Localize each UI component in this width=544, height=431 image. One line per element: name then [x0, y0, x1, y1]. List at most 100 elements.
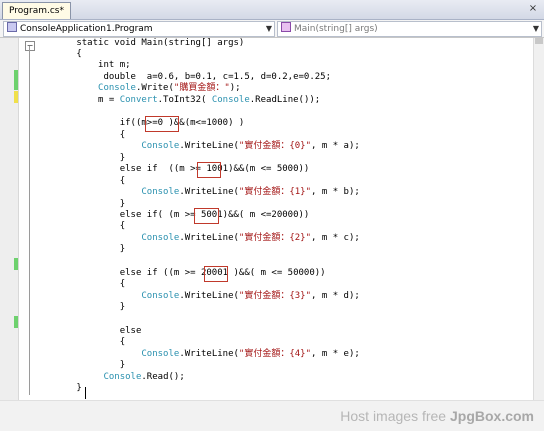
- code-token: {: [33, 221, 126, 231]
- code-token: Console: [211, 95, 250, 105]
- code-line[interactable]: Console.Write("購買金額：");: [33, 83, 241, 94]
- code-token: {: [33, 49, 82, 59]
- code-token: .WriteLine(: [179, 291, 239, 301]
- code-line[interactable]: {: [33, 221, 125, 232]
- code-line[interactable]: {: [33, 279, 125, 290]
- code-token: else: [33, 326, 142, 336]
- code-line[interactable]: int m;: [33, 60, 131, 71]
- code-line[interactable]: }: [33, 383, 82, 394]
- code-line[interactable]: }: [33, 244, 125, 255]
- watermark-brand: JpgBox.com: [449, 408, 534, 424]
- split-handle[interactable]: [535, 38, 543, 44]
- code-token: Console: [141, 349, 180, 359]
- code-token: Console: [141, 291, 180, 301]
- code-line[interactable]: Console.WriteLine("實付金額：{3}", m * d);: [33, 291, 360, 302]
- code-token: .ReadLine());: [249, 95, 321, 105]
- text-caret: [85, 387, 86, 399]
- code-line[interactable]: {: [33, 49, 82, 60]
- code-line[interactable]: Console.Read();: [33, 372, 185, 383]
- vertical-scrollbar[interactable]: [533, 38, 544, 400]
- code-token: int m;: [33, 60, 131, 70]
- code-line[interactable]: {: [33, 130, 125, 141]
- member-selector-value: Main(string[] args): [294, 24, 378, 34]
- code-token: }: [33, 383, 82, 393]
- chevron-down-icon: ▼: [265, 24, 272, 33]
- navigation-bar: ConsoleApplication1.Program ▼ Main(strin…: [0, 20, 544, 38]
- watermark-text: Host images free JpgBox.com: [340, 408, 534, 424]
- code-line[interactable]: else: [33, 326, 142, 337]
- code-token: if((m>=0 )&&(m<=1000) ): [33, 118, 245, 128]
- code-token: , m * d);: [311, 291, 360, 301]
- code-line[interactable]: double a=0.6, b=0.1, c=1.5, d=0.2,e=0.25…: [33, 72, 331, 83]
- code-token: Convert: [119, 95, 158, 105]
- tab-program-cs[interactable]: Program.cs*: [2, 2, 71, 19]
- code-line[interactable]: }: [33, 302, 125, 313]
- class-selector-dropdown[interactable]: ConsoleApplication1.Program ▼: [3, 21, 275, 37]
- code-line[interactable]: Console.WriteLine("實付金額：{0}", m * a);: [33, 141, 360, 152]
- code-token: }: [33, 199, 126, 209]
- code-token: {: [33, 279, 126, 289]
- code-token: else if ((m >= 1001)&&(m <= 5000)): [33, 164, 310, 174]
- code-token: "實付金額：{0}": [238, 141, 312, 151]
- method-icon: [281, 22, 291, 32]
- code-token: .Read();: [141, 372, 185, 382]
- code-line[interactable]: {: [33, 176, 125, 187]
- code-token: else if ((m >= 20001 )&&( m <= 50000)): [33, 268, 326, 278]
- code-token: {: [33, 337, 126, 347]
- code-token: Console: [103, 372, 142, 382]
- code-line[interactable]: Console.WriteLine("實付金額：{4}", m * e);: [33, 349, 359, 360]
- code-token: , m * c);: [311, 233, 360, 243]
- code-token: else if( (m >= 5001)&&( m <=20000)): [33, 210, 310, 220]
- code-token: }: [33, 244, 126, 254]
- code-line[interactable]: if((m>=0 )&&(m<=1000) ): [33, 118, 245, 129]
- code-token: "實付金額：{4}": [238, 349, 312, 359]
- code-token: "實付金額：{1}": [238, 187, 312, 197]
- change-indicator-saved: [14, 258, 18, 270]
- code-line[interactable]: }: [33, 153, 125, 164]
- code-token: }: [33, 302, 126, 312]
- code-line[interactable]: }: [33, 199, 125, 210]
- code-line[interactable]: else if ((m >= 1001)&&(m <= 5000)): [33, 164, 310, 175]
- code-token: {: [33, 130, 126, 140]
- code-token: Console: [141, 141, 180, 151]
- document-tab-bar: Program.cs* ×: [0, 0, 544, 20]
- close-icon[interactable]: ×: [526, 2, 540, 16]
- code-token: .WriteLine(: [179, 141, 239, 151]
- code-line[interactable]: else if( (m >= 5001)&&( m <=20000)): [33, 210, 310, 221]
- code-token: "購買金額：": [173, 83, 230, 93]
- code-editor[interactable]: − static void Main(string[] args) { int …: [0, 38, 544, 400]
- code-line[interactable]: {: [33, 337, 125, 348]
- code-line[interactable]: else if ((m >= 20001 )&&( m <= 50000)): [33, 268, 326, 279]
- class-selector-value: ConsoleApplication1.Program: [20, 24, 153, 34]
- code-token: m =: [33, 95, 120, 105]
- watermark-bar: Host images free JpgBox.com: [0, 400, 544, 431]
- code-line[interactable]: static void Main(string[] args): [33, 38, 244, 49]
- code-token: , m * a);: [311, 141, 360, 151]
- code-line[interactable]: Console.WriteLine("實付金額：{2}", m * c);: [33, 233, 360, 244]
- code-line[interactable]: m = Convert.ToInt32( Console.ReadLine())…: [33, 95, 320, 106]
- code-line[interactable]: Console.WriteLine("實付金額：{1}", m * b);: [33, 187, 360, 198]
- code-token: .WriteLine(: [179, 349, 239, 359]
- code-token: .WriteLine(: [179, 233, 239, 243]
- code-token: "實付金額：{3}": [238, 291, 312, 301]
- member-selector-dropdown[interactable]: Main(string[] args) ▼: [277, 21, 542, 37]
- change-indicator-unsaved: [14, 91, 18, 103]
- highlight-box: [145, 116, 179, 132]
- code-token: }: [33, 153, 126, 163]
- highlight-box: [194, 208, 219, 224]
- code-token: "實付金額：{2}": [238, 233, 312, 243]
- code-token: , m * b);: [311, 187, 360, 197]
- watermark-prefix: Host images free: [340, 408, 450, 424]
- code-line[interactable]: }: [33, 360, 125, 371]
- highlight-box: [197, 162, 221, 178]
- outline-guide: [29, 46, 30, 395]
- editor-margin: [0, 38, 19, 400]
- code-token: .Write(: [135, 83, 174, 93]
